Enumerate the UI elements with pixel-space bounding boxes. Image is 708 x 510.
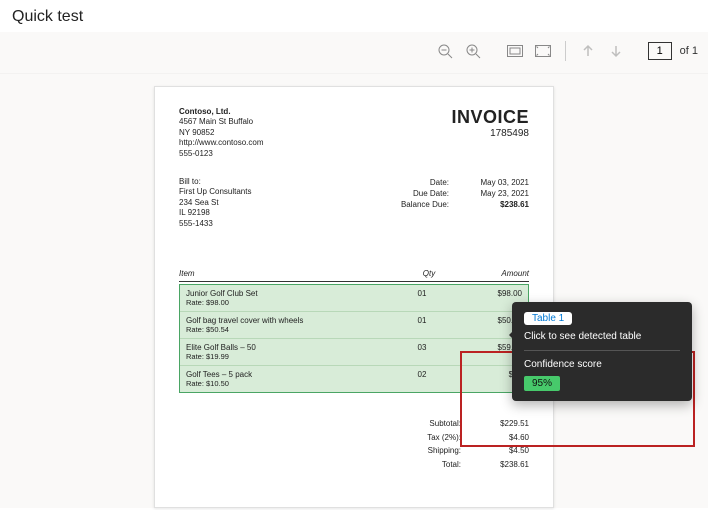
page-of-label: of 1 [680,45,698,57]
line-name: Elite Golf Balls – 50 [186,343,392,352]
vendor-url: http://www.contoso.com [179,138,263,148]
line-name: Golf bag travel cover with wheels [186,316,392,325]
document-viewer: Contoso, Ltd. 4567 Main St Buffalo NY 90… [0,74,708,508]
tooltip-click-text: Click to see detected table [524,331,680,351]
vendor-name: Contoso, Ltd. [179,107,263,117]
col-qty: Qty [399,269,459,278]
date-value: May 03, 2021 [473,177,529,188]
col-item: Item [179,269,399,278]
due-value: May 23, 2021 [473,188,529,199]
dates-block: Date:May 03, 2021 Due Date:May 23, 2021 … [393,177,529,229]
line-rate: Rate: $50.54 [186,325,392,334]
next-page-icon[interactable] [606,41,626,61]
billto-address1: 234 Sea St [179,198,251,208]
shipping-label: Shipping: [411,444,461,458]
balance-label: Balance Due: [393,199,449,210]
fit-width-icon[interactable] [505,41,525,61]
tax-value: $4.60 [479,431,529,445]
invoice-number: 1785498 [451,128,529,139]
table-row: Golf bag travel cover with wheelsRate: $… [180,312,528,339]
shipping-value: $4.50 [479,444,529,458]
line-qty: 01 [392,316,452,334]
line-rate: Rate: $98.00 [186,298,392,307]
confidence-value: 95% [524,376,560,391]
subtotal-value: $229.51 [479,417,529,431]
table-row: Golf Tees – 5 packRate: $10.50 02 $21 [180,366,528,392]
confidence-label: Confidence score [524,359,680,370]
zoom-out-icon[interactable] [435,41,455,61]
invoice-title: INVOICE [451,107,529,128]
vendor-phone: 555-0123 [179,149,263,159]
viewer-toolbar: 1 of 1 [0,32,708,74]
balance-value: $238.61 [473,199,529,210]
page-title: Quick test [0,0,708,32]
table-row: Junior Golf Club SetRate: $98.00 01 $98.… [180,285,528,312]
zoom-in-icon[interactable] [463,41,483,61]
line-rate: Rate: $19.99 [186,352,392,361]
detection-tooltip[interactable]: Table 1 Click to see detected table Conf… [512,302,692,401]
date-label: Date: [393,177,449,188]
billto-address2: IL 92198 [179,208,251,218]
billto-name: First Up Consultants [179,187,251,197]
line-qty: 02 [392,370,452,388]
vendor-address1: 4567 Main St Buffalo [179,117,263,127]
prev-page-icon[interactable] [578,41,598,61]
page-number-input[interactable]: 1 [648,42,672,60]
billto-block: Bill to: First Up Consultants 234 Sea St… [179,177,251,229]
vendor-address2: NY 90852 [179,128,263,138]
detected-table[interactable]: Junior Golf Club SetRate: $98.00 01 $98.… [179,284,529,393]
line-name: Golf Tees – 5 pack [186,370,392,379]
tax-label: Tax (2%): [411,431,461,445]
fit-page-icon[interactable] [533,41,553,61]
total-value: $238.61 [479,458,529,472]
line-rate: Rate: $10.50 [186,379,392,388]
table-row: Elite Golf Balls – 50Rate: $19.99 03 $59… [180,339,528,366]
subtotal-label: Subtotal: [411,417,461,431]
col-amount: Amount [459,269,529,278]
total-label: Total: [411,458,461,472]
line-name: Junior Golf Club Set [186,289,392,298]
billto-label: Bill to: [179,177,251,187]
billto-phone: 555-1433 [179,219,251,229]
due-label: Due Date: [393,188,449,199]
vendor-block: Contoso, Ltd. 4567 Main St Buffalo NY 90… [179,107,263,159]
line-qty: 01 [392,289,452,307]
table-header: Item Qty Amount [179,269,529,282]
totals-block: Subtotal: $229.51 Tax (2%): $4.60 Shipping… [179,417,529,471]
line-qty: 03 [392,343,452,361]
tooltip-badge: Table 1 [524,312,572,325]
invoice-document: Contoso, Ltd. 4567 Main St Buffalo NY 90… [154,86,554,508]
toolbar-separator [565,41,566,61]
